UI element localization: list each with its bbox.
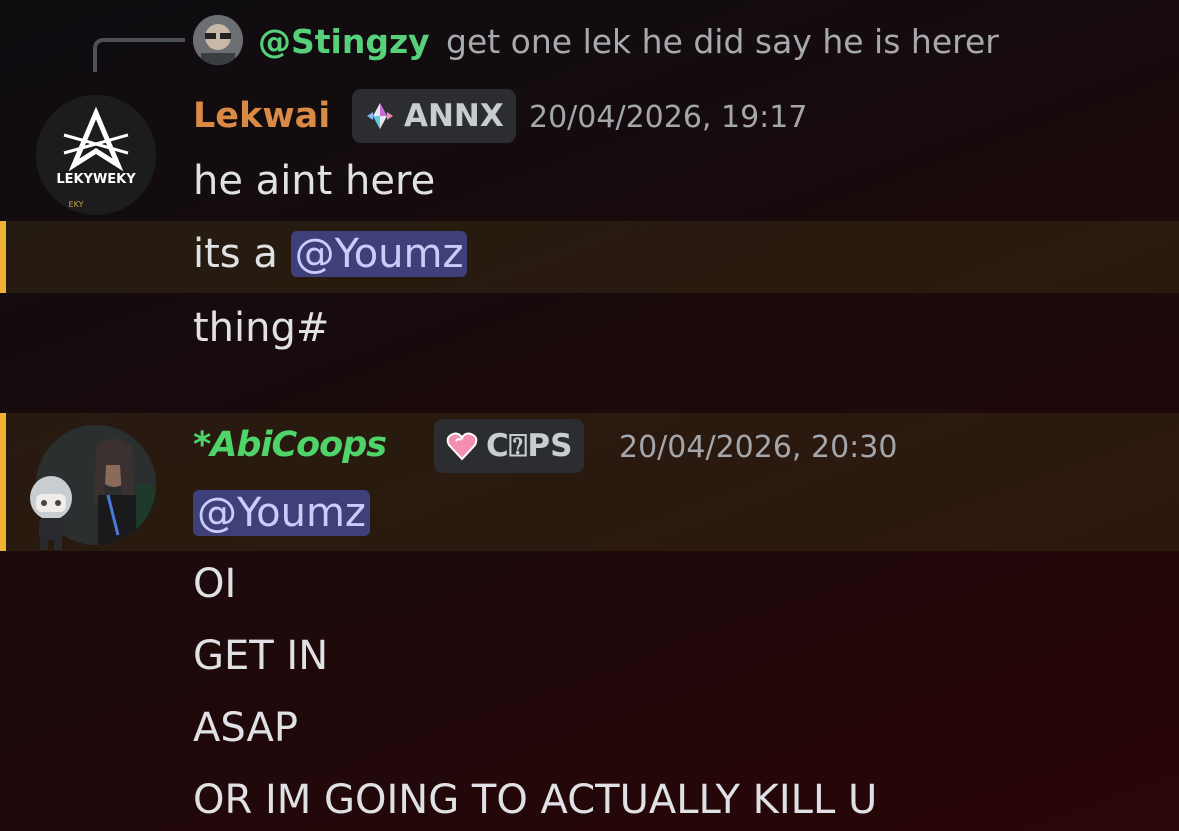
message-line: ASAP: [193, 705, 298, 751]
mention-highlight-row: [0, 413, 1179, 551]
message-line: OR IM GOING TO ACTUALLY KILL U: [193, 777, 878, 823]
server-tag-label: C⍰PS: [486, 427, 573, 464]
message-line: thing#: [193, 305, 330, 351]
avatar[interactable]: LEKYWEKY EKY: [36, 95, 156, 215]
avatar-logo-text: LEKYWEKY: [56, 172, 136, 187]
server-tag-label: ANNX: [404, 98, 504, 134]
message-line: its a @Youmz: [193, 231, 468, 277]
reply-avatar[interactable]: [193, 15, 243, 65]
avatar-logo-subtext: EKY: [69, 200, 84, 209]
reply-text[interactable]: get one lek he did say he is herer: [446, 22, 999, 61]
timestamp[interactable]: 20/04/2026, 19:17: [529, 100, 807, 135]
message-line: he aint here: [193, 158, 436, 204]
reply-connector: [93, 38, 185, 72]
server-tag[interactable]: ANNX: [352, 89, 516, 143]
message-text: its a: [193, 231, 291, 277]
message-line: @Youmz: [193, 490, 370, 536]
mention-highlight-row: [0, 221, 1179, 293]
heart-icon: [446, 430, 478, 462]
username[interactable]: Lekwai: [193, 96, 330, 136]
message-line: GET IN: [193, 633, 329, 679]
user-mention[interactable]: @Youmz: [290, 231, 468, 277]
reply-username[interactable]: @Stingzy: [258, 22, 430, 61]
avatar-decoration-icon: [28, 472, 74, 554]
server-tag[interactable]: C⍰PS: [434, 419, 585, 473]
timestamp[interactable]: 20/04/2026, 20:30: [619, 430, 897, 465]
diamond-icon: [364, 100, 396, 132]
message-line: OI: [193, 561, 237, 607]
user-mention[interactable]: @Youmz: [193, 490, 370, 536]
username[interactable]: *AbiCoops: [193, 425, 387, 465]
